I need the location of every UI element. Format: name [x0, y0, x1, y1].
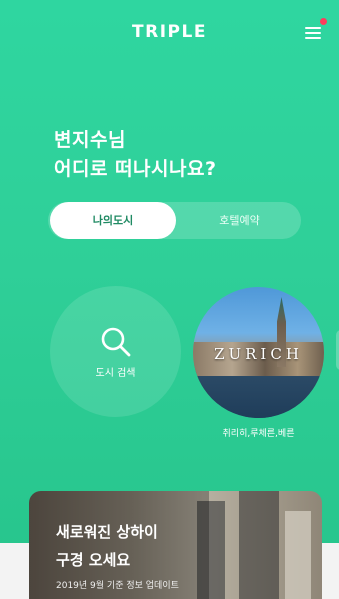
promo-title-line1: 새로워진 상하이: [56, 523, 158, 541]
promo-photo-building: [239, 491, 279, 599]
greeting-question: 어디로 떠나시나요?: [54, 158, 217, 180]
menu-button[interactable]: [301, 18, 327, 46]
city-photo-water: [193, 376, 324, 418]
city-card-zurich[interactable]: ZURICH 취리히,루체른,베른: [193, 287, 325, 447]
promo-photo-building: [285, 511, 311, 599]
city-search-button[interactable]: 도시 검색: [50, 286, 181, 417]
greeting-name: 변지수님: [54, 129, 126, 151]
promo-subtitle: 2019년 9월 기준 정보 업데이트: [56, 581, 179, 591]
city-search-label: 도시 검색: [95, 368, 136, 379]
menu-icon: [305, 27, 321, 29]
greeting: 변지수님 어디로 떠나시나요?: [54, 126, 216, 184]
promo-title-line2: 구경 오세요: [56, 551, 131, 569]
promo-card-shanghai[interactable]: 새로워진 상하이 구경 오세요 2019년 9월 기준 정보 업데이트: [29, 491, 322, 599]
tab-bar: 나의도시 호텔예약: [48, 202, 301, 239]
tab-my-city[interactable]: 나의도시: [50, 202, 176, 239]
brand-logo: TRIPLE: [132, 22, 207, 42]
notification-dot: [320, 18, 327, 25]
menu-icon-bar: [305, 37, 321, 39]
home-screen: TRIPLE 변지수님 어디로 떠나시나요? 나의도시 호텔예약 도시 검색 Z…: [0, 0, 339, 599]
top-bar: TRIPLE: [0, 0, 339, 64]
city-photo: ZURICH: [193, 287, 324, 418]
search-icon: [101, 327, 131, 357]
promo-title: 새로워진 상하이 구경 오세요: [56, 518, 158, 574]
city-caption: 취리히,루체른,베른: [222, 429, 295, 439]
menu-icon-bar: [305, 32, 321, 34]
tab-hotel-booking[interactable]: 호텔예약: [180, 202, 299, 239]
city-photo-name: ZURICH: [214, 345, 303, 363]
